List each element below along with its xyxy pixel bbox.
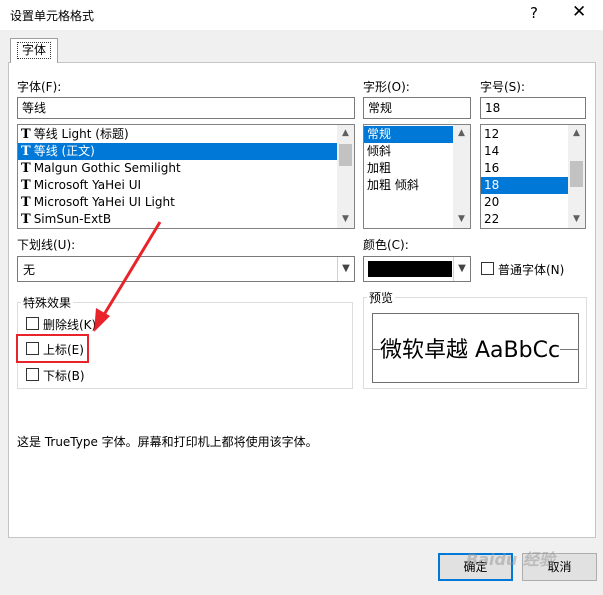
style-input[interactable]: 常规 xyxy=(363,97,471,119)
chevron-down-icon[interactable]: ▼ xyxy=(453,257,470,281)
truetype-icon: T xyxy=(21,178,31,193)
list-item-label: 等线 (正文) xyxy=(33,144,95,158)
tab-font-label: 字体 xyxy=(16,42,51,59)
list-item[interactable]: T SimSun-ExtB xyxy=(18,211,354,228)
preview-box: 微软卓越 AaBbCc xyxy=(372,313,579,383)
scroll-thumb[interactable] xyxy=(339,144,352,166)
underline-label: 下划线(U): xyxy=(17,238,76,252)
truetype-icon: T xyxy=(21,127,31,142)
font-input[interactable]: 等线 xyxy=(17,97,355,119)
list-item-label: Microsoft YaHei UI xyxy=(33,178,142,192)
truetype-icon: T xyxy=(21,144,31,159)
strikethrough-label[interactable]: 删除线(K) xyxy=(43,316,96,333)
dialog-title: 设置单元格格式 xyxy=(10,9,95,23)
normal-font-checkbox[interactable] xyxy=(481,262,494,275)
list-item[interactable]: T 等线 (正文) xyxy=(18,143,354,160)
size-list[interactable]: 12 14 16 18 20 22 ▲ ▼ xyxy=(480,124,586,229)
subscript-label[interactable]: 下标(B) xyxy=(43,367,85,384)
truetype-icon: T xyxy=(21,195,31,210)
size-list-scrollbar[interactable]: ▲ ▼ xyxy=(568,125,585,228)
list-item[interactable]: 18 xyxy=(481,177,569,194)
color-select[interactable]: ▼ xyxy=(363,256,471,282)
chevron-down-icon[interactable]: ▼ xyxy=(337,257,354,281)
color-swatch xyxy=(368,261,452,277)
list-item[interactable]: 常规 xyxy=(364,126,454,143)
help-button[interactable]: ? xyxy=(530,4,538,22)
size-label: 字号(S): xyxy=(480,80,526,94)
close-button[interactable]: ✕ xyxy=(572,2,586,22)
scroll-thumb[interactable] xyxy=(570,161,583,187)
underline-value: 无 xyxy=(23,263,36,277)
list-item[interactable]: T Microsoft YaHei UI Light xyxy=(18,194,354,211)
scroll-down-icon[interactable]: ▼ xyxy=(337,211,354,228)
preview-text: 微软卓越 AaBbCc xyxy=(380,332,561,364)
list-item-label: SimSun-ExtB xyxy=(33,212,112,226)
scroll-up-icon[interactable]: ▲ xyxy=(568,125,585,142)
tab-font[interactable]: 字体 xyxy=(10,38,58,63)
list-item[interactable]: T Microsoft YaHei UI xyxy=(18,177,354,194)
strikethrough-checkbox[interactable] xyxy=(26,317,39,330)
effects-title: 特殊效果 xyxy=(21,294,74,311)
size-input[interactable]: 18 xyxy=(480,97,586,119)
preview-title: 预览 xyxy=(367,289,396,306)
font-label: 字体(F): xyxy=(17,80,62,94)
truetype-icon: T xyxy=(21,161,31,176)
font-list[interactable]: T 等线 Light (标题) T 等线 (正文) T Malgun Gothic Sem… xyxy=(17,124,355,229)
style-list-scrollbar[interactable]: ▲ ▼ xyxy=(453,125,470,228)
list-item[interactable]: T 等线 Light (标题) xyxy=(18,126,354,143)
truetype-icon: T xyxy=(21,212,31,227)
list-item-label: Microsoft YaHei UI Light xyxy=(33,195,175,209)
list-item-label: 等线 Light (标题) xyxy=(33,127,129,141)
normal-font-label: 普通字体(N) xyxy=(498,263,565,277)
subscript-checkbox[interactable] xyxy=(26,368,39,381)
watermark: Baidu 经验 xyxy=(466,550,555,569)
scroll-down-icon[interactable]: ▼ xyxy=(568,211,585,228)
scroll-up-icon[interactable]: ▲ xyxy=(453,125,470,142)
highlight-box xyxy=(16,334,89,363)
info-text: 这是 TrueType 字体。屏幕和打印机上都将使用该字体。 xyxy=(17,435,318,449)
list-item[interactable]: T Malgun Gothic Semilight xyxy=(18,160,354,177)
style-label: 字形(O): xyxy=(363,80,410,94)
font-list-scrollbar[interactable]: ▲ ▼ xyxy=(337,125,354,228)
list-item-label: Malgun Gothic Semilight xyxy=(33,161,181,175)
scroll-up-icon[interactable]: ▲ xyxy=(337,125,354,142)
underline-select[interactable]: 无 ▼ xyxy=(17,256,355,282)
color-label: 颜色(C): xyxy=(363,238,409,252)
scroll-down-icon[interactable]: ▼ xyxy=(453,211,470,228)
style-list[interactable]: 常规 倾斜 加粗 加粗 倾斜 ▲ ▼ xyxy=(363,124,471,229)
